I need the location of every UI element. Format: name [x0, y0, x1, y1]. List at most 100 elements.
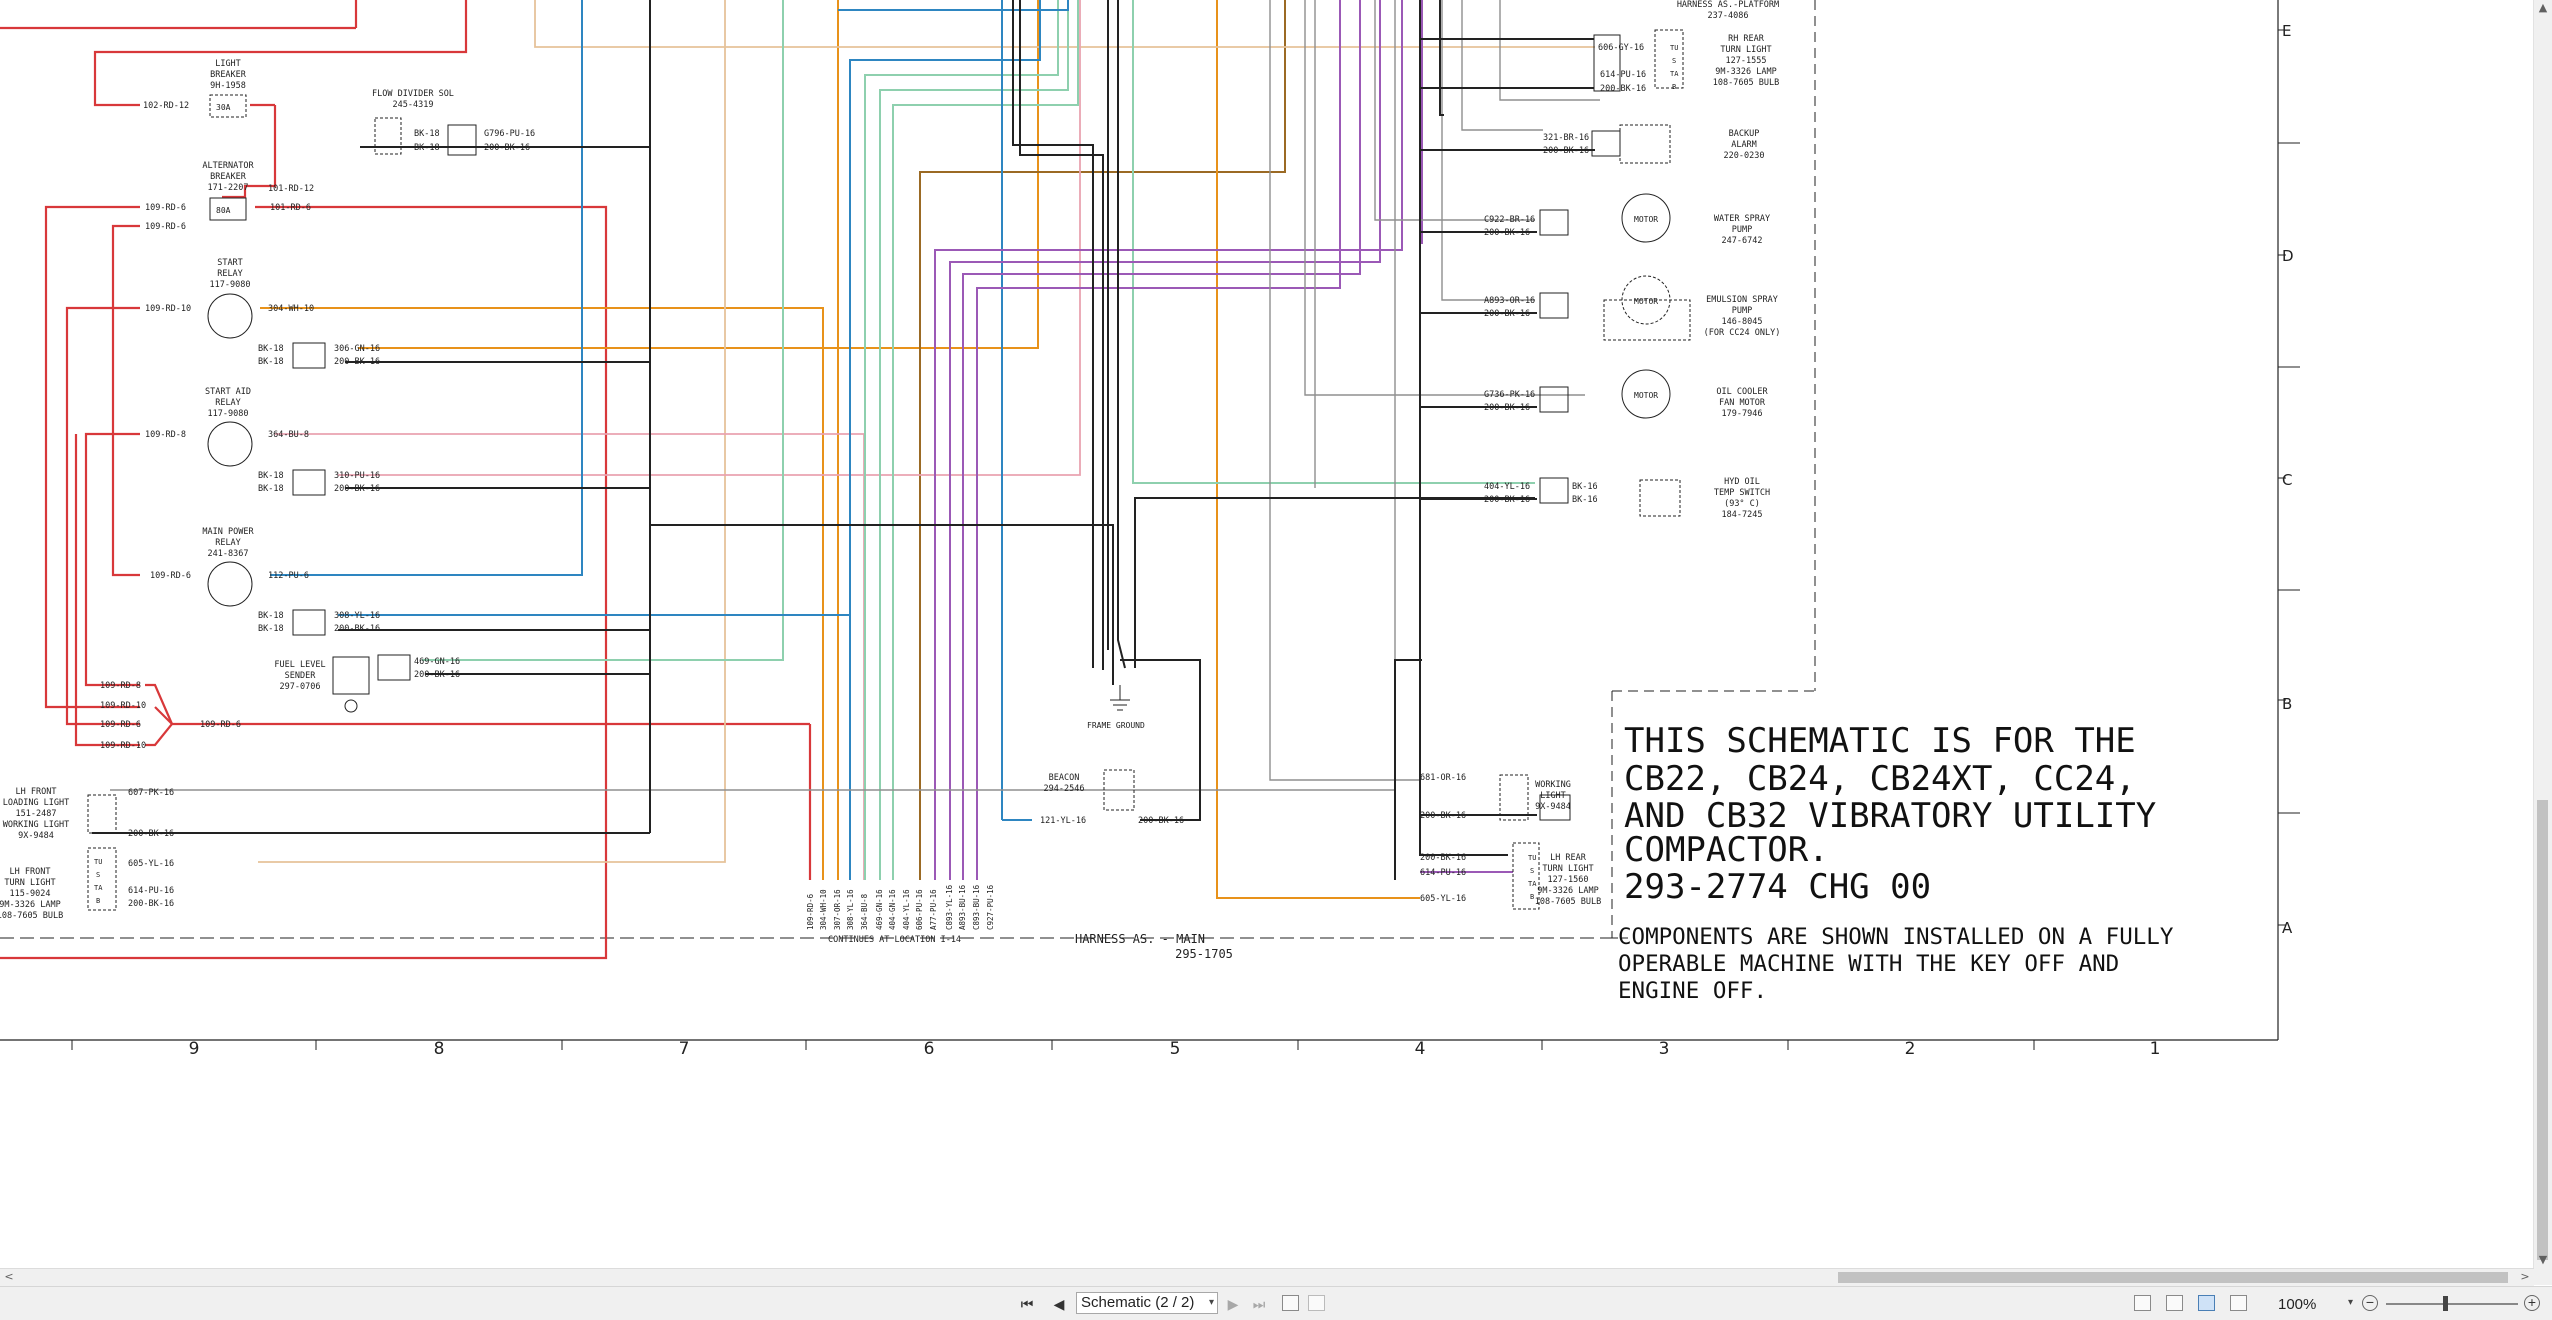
grid-row-e: E	[2282, 22, 2291, 40]
grid-row-a: A	[2282, 919, 2293, 937]
continuous-facing-view-button[interactable]	[2230, 1295, 2247, 1311]
svg-text:RH REAR: RH REAR	[1728, 34, 1765, 44]
svg-text:109-RD-6: 109-RD-6	[145, 203, 186, 213]
svg-text:BK-18: BK-18	[258, 611, 284, 621]
svg-text:COMPACTOR.: COMPACTOR.	[1624, 830, 1829, 870]
horizontal-scroll-thumb[interactable]	[1838, 1272, 2508, 1283]
svg-text:BK-18: BK-18	[258, 357, 284, 367]
svg-text:BK-18: BK-18	[258, 344, 284, 354]
svg-text:PUMP: PUMP	[1732, 225, 1752, 235]
svg-text:109-RD-10: 109-RD-10	[145, 304, 191, 314]
zoom-out-button[interactable]: −	[2362, 1295, 2378, 1311]
viewer-status-bar: ⏮ ◀ Schematic (2 / 2) ▾ ▶ ⏭ 100% ▾ − +	[0, 1286, 2552, 1320]
svg-text:241-8367: 241-8367	[208, 549, 249, 559]
svg-text:614-PU-16: 614-PU-16	[1420, 868, 1466, 878]
previous-view-button[interactable]	[1282, 1295, 1299, 1311]
svg-text:G796-PU-16: G796-PU-16	[484, 129, 535, 139]
svg-text:START AID: START AID	[205, 387, 251, 397]
zoom-level[interactable]: 100%	[2278, 1296, 2316, 1313]
svg-text:G736-PK-16: G736-PK-16	[1484, 390, 1535, 400]
horizontal-scrollbar[interactable]: < >	[0, 1268, 2534, 1286]
svg-text:364-BU-8: 364-BU-8	[268, 430, 309, 440]
svg-text:9H-1958: 9H-1958	[210, 81, 246, 91]
black-wires	[92, 0, 1595, 880]
next-view-button[interactable]	[1308, 1295, 1325, 1311]
schematic-viewport[interactable]: 9 8 7 6 5 4 3 2 1 E D C B A FRAME GROUND…	[0, 0, 2552, 1268]
scrollbar-corner	[2534, 1268, 2552, 1285]
svg-text:127-1555: 127-1555	[1726, 56, 1767, 66]
svg-text:WORKING LIGHT: WORKING LIGHT	[3, 820, 70, 830]
previous-page-button[interactable]: ◀	[1050, 1295, 1068, 1313]
continuous-view-button[interactable]	[2166, 1295, 2183, 1311]
svg-text:S: S	[96, 871, 100, 879]
zoom-slider-thumb[interactable]	[2443, 1296, 2448, 1311]
schematic-title-block: THIS SCHEMATIC IS FOR THE CB22, CB24, CB…	[1624, 721, 2156, 907]
svg-text:304-WH-10: 304-WH-10	[819, 889, 828, 930]
svg-text:S: S	[1672, 57, 1676, 65]
grid-row-c: C	[2282, 471, 2292, 489]
svg-text:TA: TA	[1670, 70, 1679, 78]
svg-text:ALTERNATOR: ALTERNATOR	[202, 161, 254, 171]
svg-text:614-PU-16: 614-PU-16	[128, 886, 174, 896]
svg-text:BK-18: BK-18	[258, 471, 284, 481]
vertical-scrollbar[interactable]: ▲ ▼	[2533, 0, 2552, 1268]
svg-text:TURN LIGHT: TURN LIGHT	[4, 878, 55, 888]
svg-text:469-GN-16: 469-GN-16	[875, 889, 884, 930]
svg-text:200-BK-16: 200-BK-16	[1484, 228, 1530, 238]
svg-text:109-RD-6: 109-RD-6	[200, 720, 241, 730]
svg-text:ENGINE OFF.: ENGINE OFF.	[1618, 978, 1767, 1004]
svg-text:109-RD-6: 109-RD-6	[150, 571, 191, 581]
wiring-schematic: 9 8 7 6 5 4 3 2 1 E D C B A FRAME GROUND…	[0, 0, 2300, 1059]
scroll-right-icon[interactable]: >	[2516, 1269, 2534, 1285]
zoom-slider-track[interactable]	[2386, 1303, 2518, 1305]
svg-text:THIS SCHEMATIC IS FOR THE: THIS SCHEMATIC IS FOR THE	[1624, 721, 2136, 761]
page-selector[interactable]: Schematic (2 / 2) ▾	[1076, 1292, 1218, 1314]
svg-text:BK-18: BK-18	[258, 624, 284, 634]
water-pump-motor-label: MOTOR	[1634, 215, 1658, 224]
svg-text:BEACON: BEACON	[1049, 773, 1080, 783]
svg-text:117-9080: 117-9080	[208, 409, 249, 419]
last-page-button[interactable]: ⏭	[1250, 1295, 1268, 1313]
vertical-scroll-thumb[interactable]	[2537, 800, 2548, 1260]
next-page-button[interactable]: ▶	[1224, 1295, 1242, 1313]
grid-col-9: 9	[189, 1039, 200, 1059]
zoom-dropdown-icon[interactable]: ▾	[2348, 1297, 2353, 1308]
svg-text:293-2774 CHG 00: 293-2774 CHG 00	[1624, 867, 1931, 907]
svg-text:109-RD-10: 109-RD-10	[100, 741, 146, 751]
svg-text:308-YL-16: 308-YL-16	[334, 611, 380, 621]
svg-text:108-7605 BULB: 108-7605 BULB	[1535, 897, 1602, 907]
svg-text:109-RD-6: 109-RD-6	[806, 893, 815, 930]
facing-view-button[interactable]	[2198, 1295, 2215, 1311]
svg-text:ALARM: ALARM	[1731, 140, 1757, 150]
svg-text:469-GN-16: 469-GN-16	[414, 657, 460, 667]
svg-text:OPERABLE MACHINE WITH THE KEY: OPERABLE MACHINE WITH THE KEY OFF AND	[1618, 951, 2119, 977]
page-selector-value: Schematic (2 / 2)	[1081, 1294, 1195, 1311]
svg-text:BREAKER: BREAKER	[210, 172, 247, 182]
scroll-up-icon[interactable]: ▲	[2534, 0, 2552, 16]
scroll-left-icon[interactable]: <	[0, 1269, 18, 1285]
svg-text:200-BK-16: 200-BK-16	[1420, 853, 1466, 863]
first-page-button[interactable]: ⏮	[1018, 1295, 1036, 1313]
svg-text:179-7946: 179-7946	[1722, 409, 1763, 419]
svg-text:BK-18: BK-18	[414, 129, 440, 139]
svg-text:9M-3326 LAMP: 9M-3326 LAMP	[1537, 886, 1598, 896]
svg-text:9M-3326 LAMP: 9M-3326 LAMP	[0, 900, 61, 910]
grid-row-labels: E D C B A	[2282, 22, 2294, 937]
svg-text:LIGHT: LIGHT	[1540, 791, 1566, 801]
harness-main-name: HARNESS AS. - MAIN	[1075, 932, 1205, 946]
single-page-view-button[interactable]	[2134, 1295, 2151, 1311]
scroll-down-icon[interactable]: ▼	[2534, 1252, 2552, 1268]
svg-text:COMPONENTS ARE SHOWN INSTALLED: COMPONENTS ARE SHOWN INSTALLED ON A FULL…	[1618, 924, 2174, 950]
component-labels: LIGHT BREAKER 9H-1958 ALTERNATOR BREAKER…	[0, 0, 1780, 921]
svg-text:BK-16: BK-16	[1572, 495, 1598, 505]
svg-text:404-YL-16: 404-YL-16	[902, 889, 911, 930]
svg-text:A893-OR-16: A893-OR-16	[1484, 296, 1535, 306]
zoom-in-button[interactable]: +	[2524, 1295, 2540, 1311]
grid-col-8: 8	[434, 1039, 445, 1059]
grid-col-2: 2	[1905, 1039, 1916, 1059]
green-wires	[422, 0, 1535, 880]
grid-col-1: 1	[2150, 1039, 2161, 1059]
svg-text:200-BK-16: 200-BK-16	[334, 357, 380, 367]
svg-text:108-7605 BULB: 108-7605 BULB	[1713, 78, 1780, 88]
svg-text:B: B	[1530, 893, 1534, 901]
